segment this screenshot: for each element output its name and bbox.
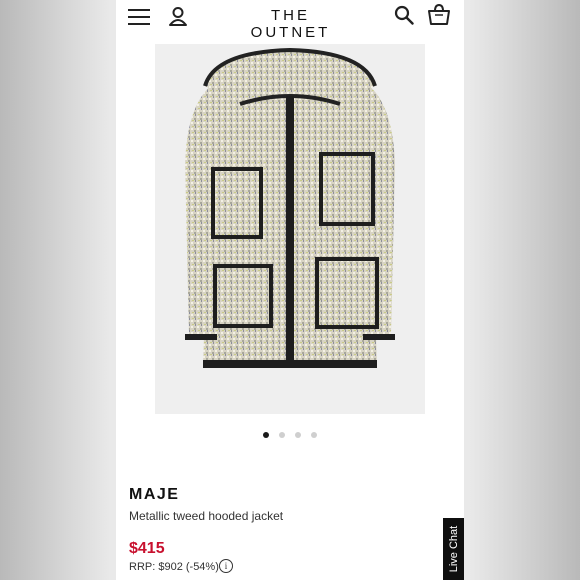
- carousel-dot-3[interactable]: [295, 432, 301, 438]
- live-chat-label: Live Chat: [448, 525, 460, 573]
- carousel-dot-2[interactable]: [279, 432, 285, 438]
- header-bar: THE OUTNET: [116, 0, 464, 41]
- sale-price: $415: [129, 540, 165, 557]
- phone-screen: THE OUTNET MAJE Metallic tweed hooded ja…: [116, 0, 464, 580]
- user-icon[interactable]: [168, 6, 188, 26]
- hamburger-menu-icon[interactable]: [128, 8, 150, 26]
- shopping-bag-icon[interactable]: [426, 4, 452, 26]
- info-icon[interactable]: i: [219, 559, 233, 573]
- carousel-dot-1[interactable]: [263, 432, 269, 438]
- product-image[interactable]: [155, 44, 425, 414]
- brand-name[interactable]: MAJE: [129, 486, 179, 504]
- live-chat-button[interactable]: Live Chat: [443, 518, 464, 580]
- carousel-dots: [116, 432, 464, 442]
- search-icon[interactable]: [394, 5, 414, 25]
- carousel-dot-4[interactable]: [311, 432, 317, 438]
- jacket-illustration: [185, 47, 395, 368]
- rrp-price: RRP: $902 (-54%): [129, 561, 219, 573]
- site-logo[interactable]: THE OUTNET: [228, 7, 353, 41]
- product-name: Metallic tweed hooded jacket: [129, 509, 284, 523]
